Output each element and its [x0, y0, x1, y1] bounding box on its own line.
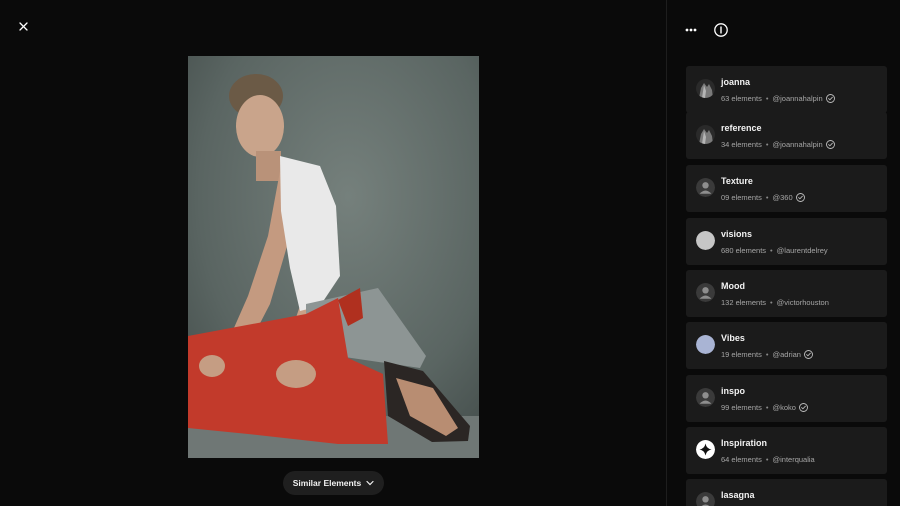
channel-title: visions [721, 229, 753, 239]
owner-handle[interactable]: @laurentdelrey [777, 246, 828, 255]
channel-title: Vibes [721, 333, 745, 343]
channel-avatar [696, 231, 715, 250]
verified-badge-icon [799, 403, 808, 412]
verified-badge-icon [825, 140, 835, 149]
verified-badge-icon [825, 94, 835, 103]
separator-dot: • [765, 94, 769, 103]
element-count: 680 elements [721, 246, 767, 255]
owner-handle[interactable]: @adrian [773, 350, 801, 359]
owner-handle[interactable]: @interqualia [773, 455, 815, 464]
close-icon [18, 21, 28, 31]
channel-title: Inspiration [721, 438, 768, 448]
owner-handle[interactable]: @koko [773, 403, 796, 412]
channel-meta: 34 elements • @joannahalpin [721, 140, 835, 149]
channel-card[interactable]: Mood 132 elements • @victorhouston [686, 270, 887, 317]
channel-list[interactable]: joanna 63 elements • @joannahalpin reference… [686, 0, 887, 506]
owner-handle[interactable]: @360 [773, 193, 793, 202]
panel-divider [666, 0, 667, 506]
separator-dot: • [770, 298, 773, 307]
owner-handle[interactable]: @joannahalpin [773, 140, 823, 149]
channel-card[interactable]: inspo 99 elements • @koko [686, 375, 887, 422]
channel-avatar [696, 283, 715, 302]
channel-avatar [696, 492, 715, 506]
separator-dot: • [765, 350, 769, 359]
channel-avatar [696, 440, 715, 459]
separator-dot: • [765, 455, 769, 464]
element-count: 34 elements [721, 140, 762, 149]
channel-title: reference [721, 123, 762, 133]
verified-badge-icon [795, 193, 805, 202]
separator-dot: • [765, 403, 769, 412]
separator-dot: • [765, 193, 769, 202]
channel-card[interactable]: joanna 63 elements • @joannahalpin [686, 66, 887, 113]
channel-title: inspo [721, 386, 745, 396]
channel-meta: 64 elements • @interqualia [721, 455, 815, 464]
channel-card[interactable]: visions 680 elements • @laurentdelrey [686, 218, 887, 265]
channel-meta: 19 elements • @adrian [721, 350, 813, 359]
channel-card[interactable]: reference 34 elements • @joannahalpin [686, 112, 887, 159]
owner-handle[interactable]: @victorhouston [777, 298, 829, 307]
channel-avatar [696, 178, 715, 197]
channel-meta: 63 elements • @joannahalpin [721, 94, 835, 103]
channel-avatar [696, 388, 715, 407]
similar-elements-button[interactable]: Similar Elements [283, 471, 384, 495]
channel-meta: 99 elements • @koko [721, 403, 808, 412]
channel-meta: 132 elements • @victorhouston [721, 298, 829, 307]
channel-card[interactable]: lasagna [686, 479, 887, 506]
element-count: 19 elements [721, 350, 762, 359]
close-button[interactable] [14, 17, 32, 35]
channel-avatar [696, 79, 715, 98]
separator-dot: • [770, 246, 773, 255]
channel-title: Texture [721, 176, 753, 186]
channel-title: lasagna [721, 490, 755, 500]
similar-elements-label: Similar Elements [292, 478, 362, 488]
main-photo [188, 56, 479, 458]
channel-meta: 09 elements • @360 [721, 193, 805, 202]
channel-card[interactable]: Vibes 19 elements • @adrian [686, 322, 887, 369]
owner-handle[interactable]: @joannahalpin [773, 94, 823, 103]
channel-avatar [696, 125, 715, 144]
element-count: 63 elements [721, 94, 762, 103]
element-count: 09 elements [721, 193, 762, 202]
channel-title: joanna [721, 77, 751, 87]
channel-meta: 680 elements • @laurentdelrey [721, 246, 828, 255]
channel-card[interactable]: Inspiration 64 elements • @interqualia [686, 427, 887, 474]
chevron-down-icon [366, 480, 374, 486]
element-count: 132 elements [721, 298, 767, 307]
element-count: 99 elements [721, 403, 762, 412]
separator-dot: • [765, 140, 769, 149]
channel-card[interactable]: Texture 09 elements • @360 [686, 165, 887, 212]
channel-title: Mood [721, 281, 745, 291]
verified-badge-icon [804, 350, 813, 359]
channel-avatar [696, 335, 715, 354]
element-count: 64 elements [721, 455, 762, 464]
